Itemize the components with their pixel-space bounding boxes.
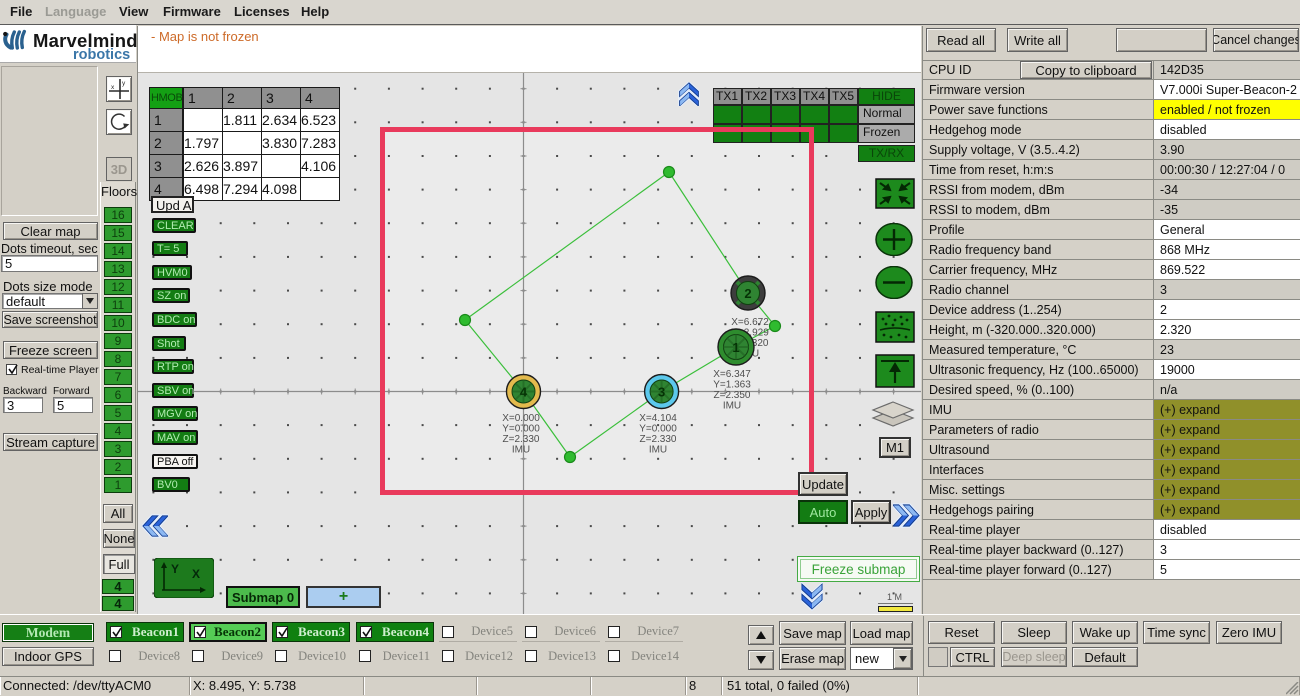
svg-text:y: y bbox=[122, 80, 126, 87]
svg-text:X: X bbox=[192, 567, 200, 581]
svg-text:Y: Y bbox=[171, 562, 179, 576]
svg-text:x: x bbox=[111, 84, 115, 91]
